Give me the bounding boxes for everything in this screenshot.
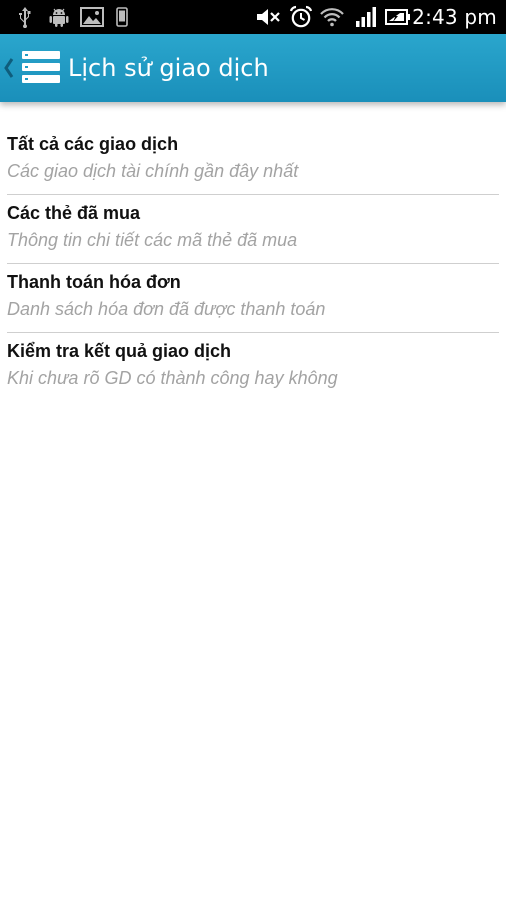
list-item-subtitle: Thông tin chi tiết các mã thẻ đã mua xyxy=(7,230,298,250)
status-bar: 2:43 pm xyxy=(0,0,506,34)
mute-icon xyxy=(255,6,281,28)
status-clock: 2:43 pm xyxy=(412,5,497,29)
usb-icon xyxy=(16,6,34,28)
list-item-title: Kiểm tra kết quả giao dịch xyxy=(7,341,232,361)
list-item-check-transaction-result[interactable]: Kiểm tra kết quả giao dịch Khi chưa rõ G… xyxy=(7,333,499,401)
list-item-subtitle: Danh sách hóa đơn đã được thanh toán xyxy=(7,299,326,319)
transaction-history-list: Tất cả các giao dịch Các giao dịch tài c… xyxy=(0,126,506,401)
list-item-title: Các thẻ đã mua xyxy=(7,203,141,223)
android-debug-icon xyxy=(47,6,71,28)
signal-icon xyxy=(354,6,378,28)
list-item-title: Thanh toán hóa đơn xyxy=(7,272,181,292)
list-item-subtitle: Các giao dịch tài chính gần đây nhất xyxy=(7,161,299,181)
app-list-icon[interactable] xyxy=(22,49,60,87)
action-bar: Lịch sử giao dịch xyxy=(0,34,506,102)
list-item-all-transactions[interactable]: Tất cả các giao dịch Các giao dịch tài c… xyxy=(7,126,499,195)
phone-icon xyxy=(114,6,130,28)
list-item-subtitle: Khi chưa rõ GD có thành công hay không xyxy=(7,368,338,388)
wifi-icon xyxy=(320,6,344,28)
battery-icon xyxy=(385,6,411,28)
alarm-icon xyxy=(289,5,313,28)
page-title: Lịch sử giao dịch xyxy=(68,54,269,82)
back-caret-icon[interactable] xyxy=(3,56,15,80)
image-icon xyxy=(80,6,104,28)
list-item-purchased-cards[interactable]: Các thẻ đã mua Thông tin chi tiết các mã… xyxy=(7,195,499,264)
list-item-bill-payment[interactable]: Thanh toán hóa đơn Danh sách hóa đơn đã … xyxy=(7,264,499,333)
list-item-title: Tất cả các giao dịch xyxy=(7,134,179,154)
